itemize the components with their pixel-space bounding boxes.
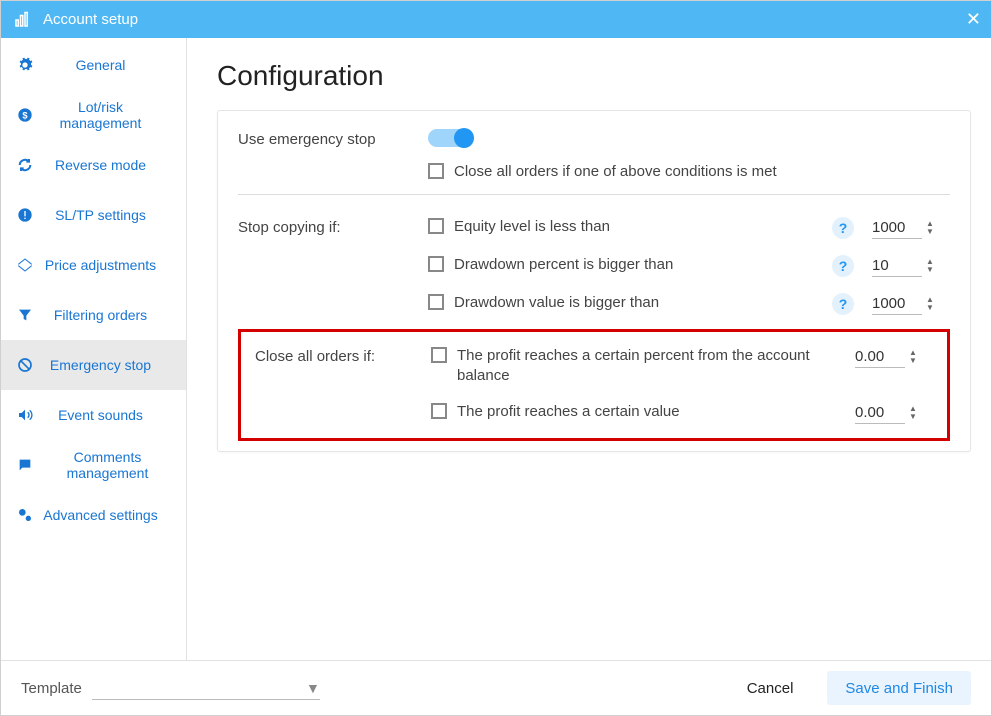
- sidebar-item-general[interactable]: General: [1, 40, 186, 90]
- gears-icon: [15, 507, 35, 523]
- page-title: Configuration: [217, 60, 971, 92]
- cancel-button[interactable]: Cancel: [729, 671, 812, 705]
- dd-val-checkbox[interactable]: [428, 294, 444, 310]
- sidebar-item-label: General: [43, 57, 186, 73]
- sidebar-item-price[interactable]: Price adjustments: [1, 240, 186, 290]
- sidebar-item-sltp[interactable]: SL/TP settings: [1, 190, 186, 240]
- dd-val-input[interactable]: [872, 293, 922, 315]
- sidebar-item-label: Price adjustments: [43, 257, 186, 273]
- equity-checkbox[interactable]: [428, 218, 444, 234]
- dd-pct-step-down[interactable]: ▼: [926, 266, 934, 274]
- sidebar-item-reverse[interactable]: Reverse mode: [1, 140, 186, 190]
- use-emergency-toggle[interactable]: [428, 129, 472, 147]
- sidebar-item-sounds[interactable]: Event sounds: [1, 390, 186, 440]
- window-title: Account setup: [43, 11, 966, 28]
- close-all-highlight: Close all orders if: The profit reaches …: [238, 329, 950, 441]
- titlebar: Account setup ✕: [1, 1, 991, 38]
- dd-pct-help-icon[interactable]: ?: [832, 255, 854, 277]
- save-finish-button[interactable]: Save and Finish: [827, 671, 971, 705]
- profit-pct-step-down[interactable]: ▼: [909, 357, 917, 365]
- sidebar-item-label: Event sounds: [43, 407, 186, 423]
- comment-icon: [15, 457, 35, 473]
- close-all-conditions-label: Close all orders if one of above conditi…: [454, 162, 950, 182]
- stop-icon: [15, 357, 35, 373]
- sidebar-item-label: Reverse mode: [43, 157, 186, 173]
- template-label: Template: [21, 680, 82, 697]
- sidebar-item-label: Filtering orders: [43, 307, 186, 323]
- footer: Template ▼ Cancel Save and Finish: [1, 660, 991, 715]
- stop-copying-label: Stop copying if:: [238, 209, 428, 323]
- sidebar-item-label: Comments management: [43, 449, 186, 481]
- divider: [238, 194, 950, 195]
- tag-icon: [15, 257, 35, 273]
- config-panel: Use emergency stop Close all orders if o…: [217, 110, 971, 452]
- dollar-icon: $: [15, 107, 35, 123]
- chevron-down-icon: ▼: [306, 680, 320, 696]
- sound-icon: [15, 407, 35, 423]
- sidebar-item-label: Lot/risk management: [43, 99, 186, 131]
- dd-val-label: Drawdown value is bigger than: [454, 293, 832, 313]
- dd-pct-input[interactable]: [872, 255, 922, 277]
- equity-help-icon[interactable]: ?: [832, 217, 854, 239]
- profit-pct-checkbox[interactable]: [431, 347, 447, 363]
- dd-pct-checkbox[interactable]: [428, 256, 444, 272]
- sync-icon: [15, 157, 35, 173]
- sidebar-item-lot-risk[interactable]: $ Lot/risk management: [1, 90, 186, 140]
- equity-label: Equity level is less than: [454, 217, 832, 237]
- sidebar-item-filtering[interactable]: Filtering orders: [1, 290, 186, 340]
- svg-text:$: $: [22, 110, 28, 120]
- equity-input[interactable]: [872, 217, 922, 239]
- template-select[interactable]: ▼: [92, 676, 320, 700]
- profit-val-label: The profit reaches a certain value: [457, 402, 855, 422]
- profit-val-step-down[interactable]: ▼: [909, 413, 917, 421]
- dd-val-help-icon[interactable]: ?: [832, 293, 854, 315]
- profit-val-input[interactable]: [855, 402, 905, 424]
- sidebar-item-emergency[interactable]: Emergency stop: [1, 340, 186, 390]
- equity-step-down[interactable]: ▼: [926, 228, 934, 236]
- gear-icon: [15, 57, 35, 73]
- app-logo-icon: [11, 9, 33, 31]
- use-emergency-label: Use emergency stop: [238, 129, 428, 148]
- alert-icon: [15, 207, 35, 223]
- sidebar-item-comments[interactable]: Comments management: [1, 440, 186, 490]
- profit-pct-input[interactable]: [855, 346, 905, 368]
- profit-pct-label: The profit reaches a certain percent fro…: [457, 346, 855, 386]
- profit-val-checkbox[interactable]: [431, 403, 447, 419]
- sidebar-item-label: Emergency stop: [43, 357, 186, 373]
- dd-pct-label: Drawdown percent is bigger than: [454, 255, 832, 275]
- sidebar-item-advanced[interactable]: Advanced settings: [1, 490, 186, 540]
- close-all-conditions-checkbox[interactable]: [428, 163, 444, 179]
- sidebar: General $ Lot/risk management Reverse mo…: [1, 38, 187, 660]
- main-content: Configuration Use emergency stop Close a…: [187, 38, 991, 660]
- close-all-if-label: Close all orders if:: [255, 338, 431, 432]
- sidebar-item-label: Advanced settings: [43, 507, 186, 523]
- sidebar-item-label: SL/TP settings: [43, 207, 186, 223]
- filter-icon: [15, 307, 35, 323]
- dd-val-step-down[interactable]: ▼: [926, 304, 934, 312]
- close-icon[interactable]: ✕: [966, 9, 981, 30]
